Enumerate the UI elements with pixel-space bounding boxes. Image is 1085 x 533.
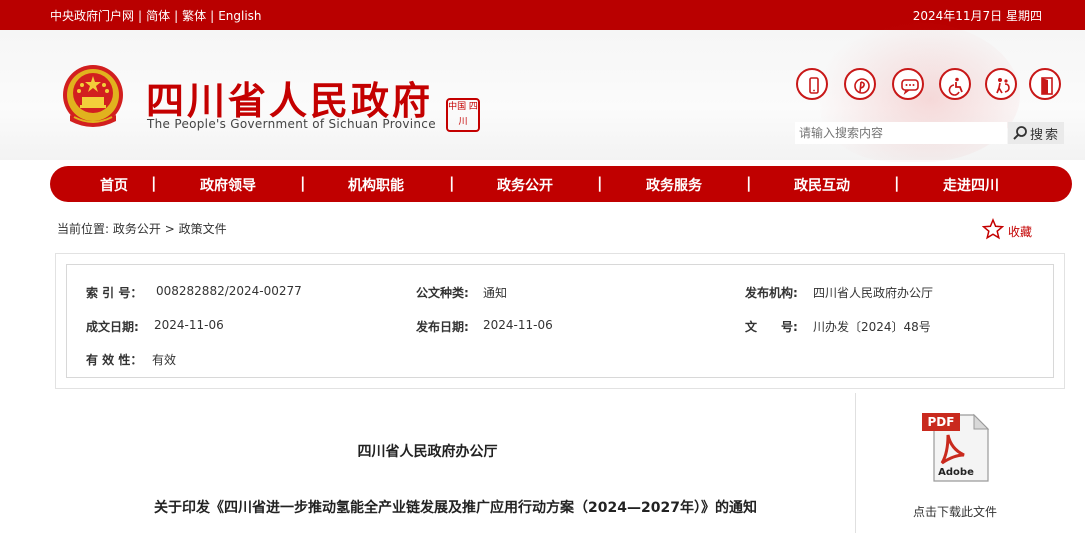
search-icon: [1013, 126, 1027, 140]
wechat-icon[interactable]: [892, 68, 924, 100]
meta-type-value: 通知: [483, 286, 508, 300]
nav-about-sichuan[interactable]: 走进四川: [943, 175, 999, 195]
link-traditional[interactable]: 繁体: [182, 9, 206, 23]
meta-docno-value: 川办发〔2024〕48号: [813, 320, 931, 334]
meta-created-value: 2024-11-06: [154, 318, 224, 332]
adobe-label: Adobe: [938, 467, 974, 478]
link-english[interactable]: English: [218, 9, 261, 23]
nav-services[interactable]: 政务服务: [646, 175, 702, 195]
meta-org-value: 四川省人民政府办公厅: [813, 286, 934, 300]
meta-created-label: 成文日期:: [86, 320, 139, 334]
weibo-icon[interactable]: [844, 68, 876, 100]
nav-separator: |: [894, 174, 900, 192]
current-date: 2024年11月7日 星期四: [912, 9, 1042, 23]
main-nav: 首页 | 政府领导 | 机构职能 | 政务公开 | 政务服务 | 政民互动 | …: [50, 166, 1072, 202]
exit-icon[interactable]: [1029, 68, 1061, 100]
meta-index-label: 索 引 号：: [86, 286, 143, 300]
nav-separator: |: [449, 174, 455, 192]
favorite-label: 收藏: [1008, 225, 1033, 239]
meta-docno-label: 文 号:: [745, 320, 798, 334]
meta-published-value: 2024-11-06: [483, 318, 553, 332]
pdf-download-icon[interactable]: PDF Adobe: [918, 411, 992, 483]
nav-separator: |: [300, 174, 306, 192]
meta-validity-value: 有效: [152, 353, 177, 367]
nav-separator: |: [746, 174, 752, 192]
separator: |: [210, 9, 215, 23]
accessibility-icon[interactable]: [939, 68, 971, 100]
link-central-gov[interactable]: 中央政府门户网: [50, 9, 134, 23]
separator: |: [138, 9, 143, 23]
national-emblem-icon[interactable]: [60, 63, 126, 133]
search-input[interactable]: [795, 122, 1007, 144]
search-button-label: 搜索: [1030, 128, 1061, 143]
nav-separator: |: [151, 174, 157, 192]
meta-published-label: 发布日期:: [416, 320, 469, 334]
breadcrumb: 当前位置: 政务公开 > 政策文件: [57, 220, 227, 237]
breadcrumb-public-affairs[interactable]: 政务公开: [113, 222, 161, 236]
seal-stamp: 中国 四川: [446, 98, 480, 132]
document-issuer: 四川省人民政府办公厅: [357, 444, 498, 460]
meta-validity-label: 有 效 性：: [86, 353, 143, 367]
document-title: 关于印发《四川省进一步推动氢能全产业链发展及推广应用行动方案（2024—2027…: [154, 500, 757, 516]
top-links: 中央政府门户网 | 简体 | 繁体 | English: [50, 7, 262, 24]
site-subtitle: The People's Government of Sichuan Provi…: [147, 117, 436, 131]
breadcrumb-prefix: 当前位置:: [57, 222, 110, 236]
document-meta-table: 索 引 号： 008282882/2024-00277 公文种类: 通知 发布机…: [66, 264, 1054, 378]
download-file-link[interactable]: 点击下载此文件: [913, 503, 997, 520]
document-meta-box: 索 引 号： 008282882/2024-00277 公文种类: 通知 发布机…: [55, 253, 1065, 389]
nav-institutions[interactable]: 机构职能: [348, 175, 404, 195]
pdf-badge-text: PDF: [928, 415, 955, 429]
meta-org-label: 发布机构:: [745, 286, 798, 300]
search-button[interactable]: 搜索: [1008, 122, 1064, 144]
nav-public-affairs[interactable]: 政务公开: [497, 175, 553, 195]
link-simplified[interactable]: 简体: [146, 9, 170, 23]
separator: |: [174, 9, 179, 23]
elder-care-icon[interactable]: [985, 68, 1017, 100]
nav-home[interactable]: 首页: [100, 175, 128, 195]
star-icon: [982, 218, 1004, 240]
meta-index-value: 008282882/2024-00277: [156, 284, 302, 298]
nav-interaction[interactable]: 政民互动: [794, 175, 850, 195]
breadcrumb-policy-docs[interactable]: 政策文件: [179, 222, 227, 236]
nav-leaders[interactable]: 政府领导: [200, 175, 256, 195]
meta-type-label: 公文种类:: [416, 286, 469, 300]
nav-separator: |: [597, 174, 603, 192]
phone-icon[interactable]: [796, 68, 828, 100]
breadcrumb-arrow: >: [164, 222, 175, 236]
